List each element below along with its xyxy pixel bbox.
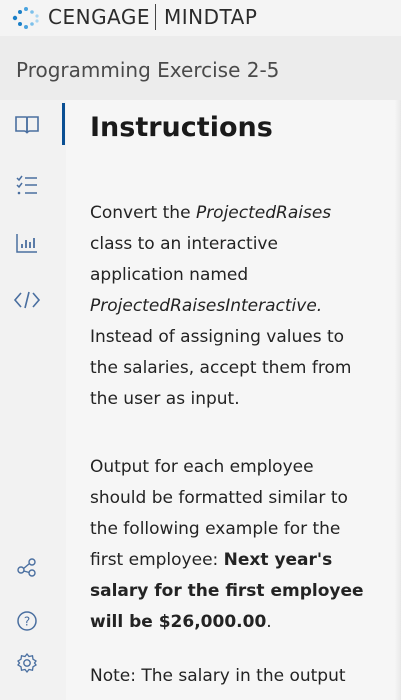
checklist-icon — [16, 175, 37, 195]
book-icon — [15, 116, 39, 134]
scrollbar-track[interactable] — [395, 100, 401, 700]
active-indicator — [62, 103, 65, 145]
product-name: MINDTAP — [164, 5, 258, 29]
help-icon: ? — [17, 611, 37, 631]
sidebar-item-help[interactable]: ? — [12, 606, 42, 636]
code-icon — [13, 291, 41, 309]
cengage-logo-icon — [12, 7, 39, 29]
bar-chart-icon — [16, 234, 37, 253]
sidebar-item-results[interactable] — [12, 228, 42, 258]
exercise-title: Programming Exercise 2-5 — [16, 58, 280, 82]
instructions-paragraph-1: Convert the ProjectedRaises class to an … — [90, 203, 352, 409]
sidebar-item-share[interactable] — [12, 552, 42, 582]
sidebar-item-instructions[interactable] — [12, 110, 42, 140]
sidebar-item-settings[interactable] — [12, 648, 42, 678]
sidebar-item-code[interactable] — [12, 285, 42, 315]
page-title: Instructions — [90, 112, 273, 143]
brand-name: CENGAGE — [48, 5, 151, 29]
brand-divider — [155, 4, 156, 30]
top-bar: CENGAGE MINDTAP — [0, 0, 401, 36]
svg-text:?: ? — [24, 615, 30, 629]
share-icon — [17, 558, 36, 577]
sidebar-item-tasks[interactable] — [12, 170, 42, 200]
instructions-paragraph-2: Output for each employee should be forma… — [90, 457, 364, 632]
settings-icon — [17, 652, 37, 674]
instructions-paragraph-3: Note: The salary in the output — [90, 666, 346, 686]
